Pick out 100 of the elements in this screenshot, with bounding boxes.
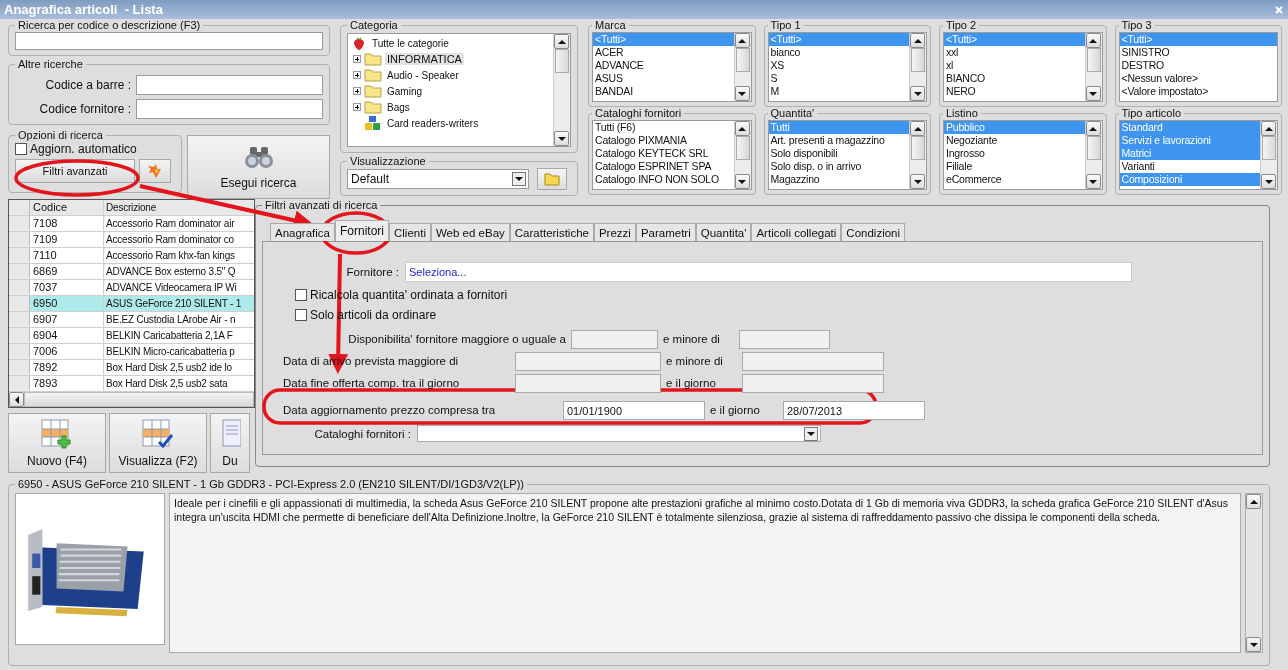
list-item[interactable]: XS	[768, 59, 909, 72]
list-item[interactable]: Ingrosso	[944, 147, 1085, 160]
list-item[interactable]: M	[768, 85, 909, 98]
scrollbar[interactable]	[909, 33, 926, 101]
open-folder-button[interactable]	[537, 168, 567, 190]
scrollbar[interactable]	[1260, 121, 1277, 189]
list-item[interactable]: Negoziante	[944, 134, 1085, 147]
new-button[interactable]: Nuovo (F4)	[8, 413, 106, 473]
list-item[interactable]: eCommerce	[944, 173, 1085, 186]
expand-toggle[interactable]	[353, 71, 361, 79]
view-dropdown[interactable]: Default	[347, 169, 529, 189]
row-header[interactable]	[9, 344, 30, 359]
close-icon[interactable]	[1274, 4, 1284, 15]
tree-item[interactable]: Audio - Speaker	[385, 69, 461, 81]
list-box[interactable]: Tutti Art. presenti a magazzino Solo disponibili Solo disp. o in arrivo Magazzino	[767, 120, 927, 190]
list-item[interactable]: xl	[944, 59, 1085, 72]
row-header[interactable]	[9, 280, 30, 295]
input-field[interactable]	[136, 75, 323, 95]
scrollbar[interactable]	[1084, 121, 1102, 189]
list-box[interactable]: <Tutti> xxl xl BIANCO NERO	[943, 32, 1103, 102]
tab[interactable]: Condizioni	[841, 223, 906, 241]
clear-filters-button[interactable]	[139, 159, 171, 183]
list-item[interactable]: Catalogo INFO NON SOLO	[593, 173, 734, 186]
catalogs-dropdown[interactable]	[417, 425, 821, 442]
list-item[interactable]: Art. presenti a magazzino	[768, 134, 909, 147]
tree-item[interactable]: Bags	[385, 101, 412, 113]
list-box[interactable]: <Tutti> SINISTRO DESTRO <Nessun valore> <Valore impostato>	[1118, 32, 1278, 102]
input-field[interactable]	[136, 99, 323, 119]
view-button[interactable]: Visualizza (F2)	[109, 413, 207, 473]
list-item[interactable]: ASUS	[593, 72, 734, 85]
list-item[interactable]: Filiale	[944, 160, 1085, 173]
scrollbar[interactable]	[733, 33, 751, 101]
list-item[interactable]: SINISTRO	[1119, 46, 1277, 59]
row-header[interactable]	[9, 216, 30, 231]
tab[interactable]: Parametri	[635, 223, 696, 241]
tab[interactable]: Articoli collegati	[751, 223, 842, 241]
list-item[interactable]: Catalogo KEYTECK SRL	[593, 147, 734, 160]
tab[interactable]: Quantita'	[695, 223, 752, 241]
row-header[interactable]	[9, 232, 30, 247]
scrollbar[interactable]	[9, 392, 254, 407]
row-header[interactable]	[9, 296, 30, 311]
list-item[interactable]: BANDAI	[593, 85, 734, 98]
row-header[interactable]	[9, 328, 30, 343]
tree-view[interactable]: Tutte le categorie INFORMATICA Audio - Speaker Gaming Bags Card readers-writers	[347, 33, 571, 147]
checkbox[interactable]	[295, 308, 307, 321]
list-item[interactable]: <Nessun valore>	[1119, 72, 1277, 85]
list-item[interactable]: ADVANCE	[593, 59, 734, 72]
row-header[interactable]	[9, 248, 30, 263]
input-field[interactable]: 28/07/2013	[783, 400, 925, 420]
checkbox[interactable]	[15, 143, 27, 155]
list-item[interactable]: Catalogo PIXMANIA	[593, 134, 734, 147]
tree-item[interactable]: Tutte le categorie	[370, 37, 451, 49]
list-item[interactable]: Solo disp. o in arrivo	[768, 160, 909, 173]
tab[interactable]: Anagrafica	[270, 223, 335, 241]
row-header[interactable]	[9, 312, 30, 327]
row-header[interactable]	[9, 376, 30, 391]
scrollbar[interactable]	[909, 121, 926, 189]
scrollbar[interactable]	[1084, 33, 1102, 101]
tab[interactable]: Caratteristiche	[509, 223, 594, 241]
input-field[interactable]: 01/01/1900	[563, 400, 705, 420]
list-item[interactable]: Magazzino	[768, 173, 909, 186]
list-item[interactable]: Catalogo ESPRINET SPA	[593, 160, 734, 173]
tree-item[interactable]: Gaming	[385, 85, 424, 97]
tab[interactable]: Web ed eBay	[430, 223, 510, 241]
list-box[interactable]: <Tutti> bianco XS S M	[767, 32, 927, 102]
expand-toggle[interactable]	[353, 87, 361, 95]
run-search-button[interactable]: Esegui ricerca	[187, 135, 330, 199]
list-item[interactable]: Tutti (F6)	[593, 121, 734, 134]
search-field[interactable]	[15, 32, 323, 50]
checkbox[interactable]	[295, 288, 307, 301]
list-box[interactable]: Tutti (F6) Catalogo PIXMANIA Catalogo KEYTECK SRL Catalogo ESPRINET SPA Catalogo INFO NON SOLO	[592, 120, 752, 190]
list-item[interactable]: BIANCO	[944, 72, 1085, 85]
list-item[interactable]: xxl	[944, 46, 1085, 59]
tab[interactable]: Prezzi	[593, 223, 636, 241]
tree-item[interactable]: Card readers-writers	[385, 117, 481, 129]
list-item[interactable]: bianco	[768, 46, 909, 59]
list-box[interactable]: Pubblico Negoziante Ingrosso Filiale eCommerce	[943, 120, 1103, 190]
list-item[interactable]: <Valore impostato>	[1119, 85, 1277, 98]
list-box[interactable]: <Tutti> ACER ADVANCE ASUS BANDAI	[592, 32, 752, 102]
list-item[interactable]: NERO	[944, 85, 1085, 98]
row-header[interactable]	[9, 264, 30, 279]
list-box[interactable]: Standard Servizi e lavorazioni Matrici Varianti Composizioni	[1118, 120, 1278, 190]
row-header[interactable]	[9, 360, 30, 375]
list-item[interactable]: ACER	[593, 46, 734, 59]
expand-toggle[interactable]	[353, 103, 361, 111]
tree-item[interactable]: INFORMATICA	[385, 53, 464, 65]
scrollbar[interactable]	[733, 121, 751, 189]
list-item[interactable]: Varianti	[1119, 160, 1260, 173]
expand-toggle[interactable]	[353, 55, 361, 63]
duplicate-button[interactable]: Du	[210, 413, 250, 473]
list-item[interactable]: S	[768, 72, 909, 85]
list-item[interactable]: DESTRO	[1119, 59, 1277, 72]
scrollbar[interactable]	[1245, 493, 1263, 653]
scrollbar[interactable]	[553, 34, 570, 146]
list-item[interactable]: Solo disponibili	[768, 147, 909, 160]
tab[interactable]: Fornitori	[335, 220, 389, 241]
column-header[interactable]: Codice	[30, 200, 104, 215]
supplier-field[interactable]: Seleziona...	[405, 262, 1132, 282]
tab[interactable]: Clienti	[389, 223, 431, 241]
column-header[interactable]: Descrizione	[104, 200, 254, 215]
